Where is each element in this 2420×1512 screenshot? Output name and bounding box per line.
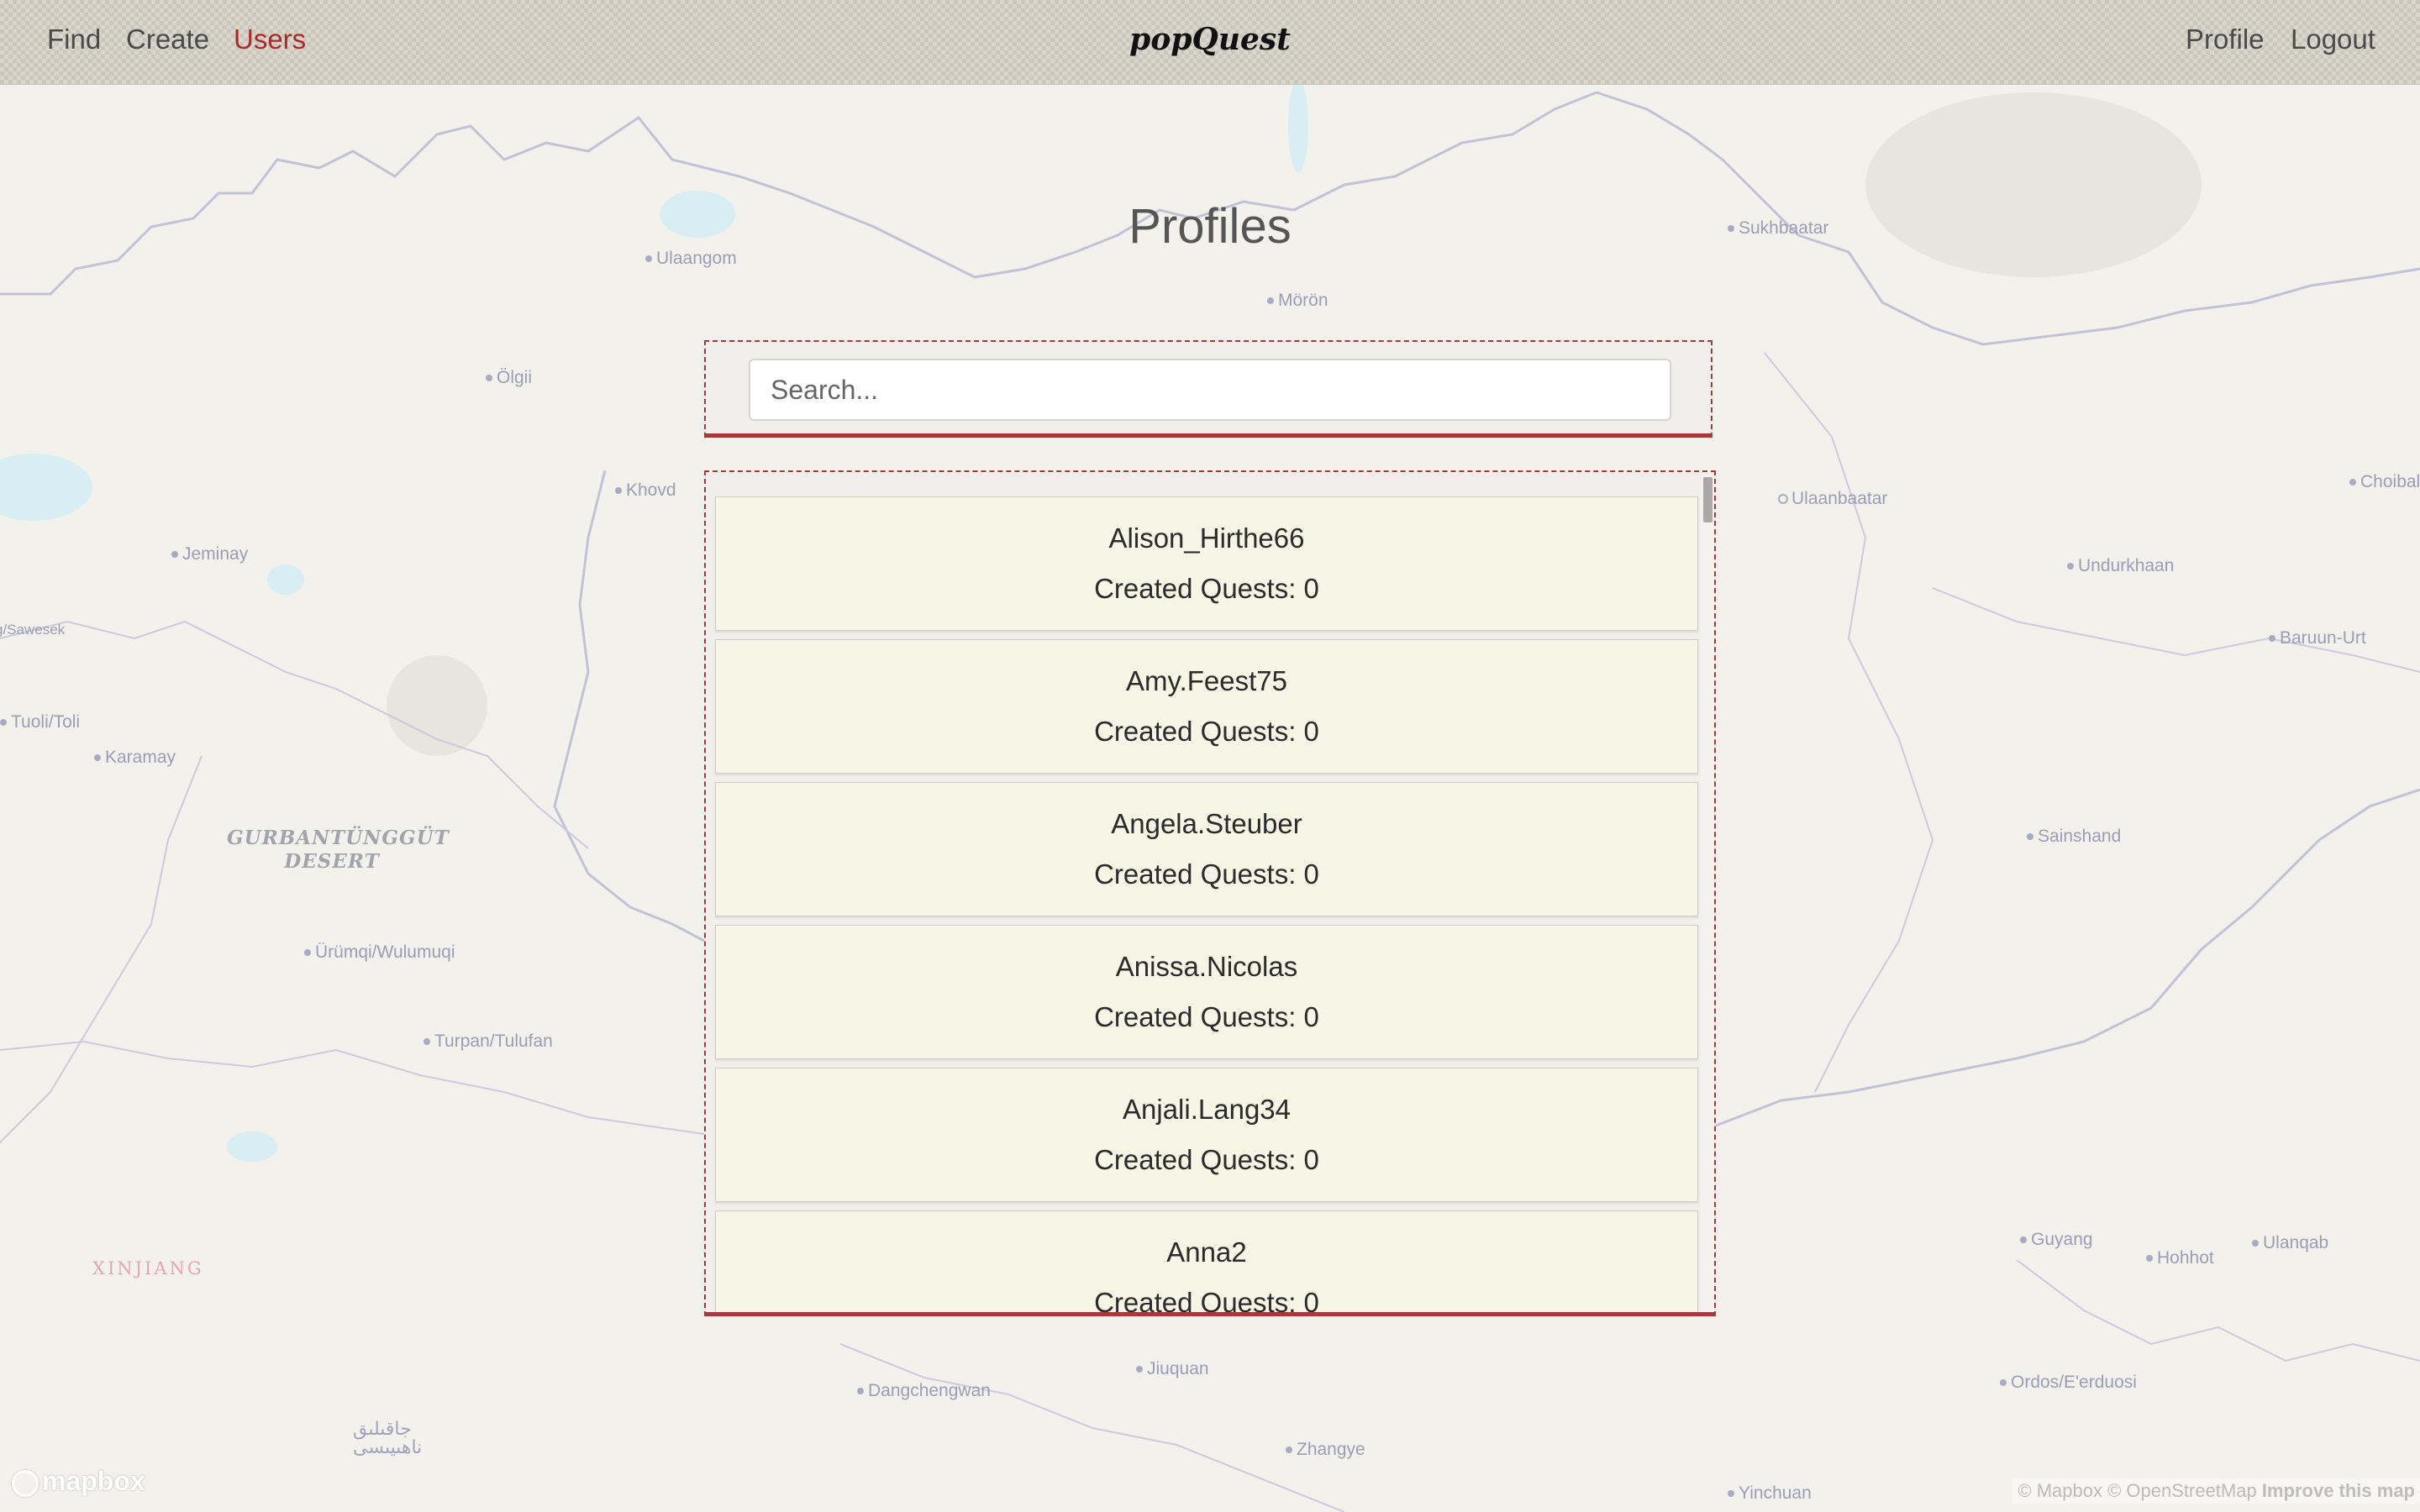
map-place-label: g/Sawesek [0, 622, 66, 638]
map-region-label: XINJIANG [92, 1258, 204, 1278]
profiles-list: Alison_Hirthe66 Created Quests: 0 Amy.Fe… [706, 472, 1701, 1312]
map-place-label: Turpan/Tulufan [424, 1032, 553, 1052]
profile-quest-count: Created Quests: 0 [1094, 716, 1319, 747]
profile-card[interactable]: Anjali.Lang34 Created Quests: 0 [715, 1068, 1698, 1202]
profile-card[interactable]: Amy.Feest75 Created Quests: 0 [715, 639, 1698, 774]
nav-logout-link[interactable]: Logout [2291, 24, 2375, 55]
map-place-label: Ürümqi/Wulumuqi [304, 942, 455, 963]
mapbox-logo-icon [12, 1469, 39, 1497]
navbar: Find Create Users popQuest Profile Logou… [0, 0, 2420, 85]
page-title: Profiles [1128, 199, 1292, 254]
attribution-text[interactable]: © Mapbox © OpenStreetMap [2018, 1480, 2256, 1501]
profile-card[interactable]: Anna2 Created Quests: 0 [715, 1210, 1698, 1312]
map-place-label: Zhangye [1286, 1440, 1365, 1460]
list-scrollbar-thumb[interactable] [1703, 477, 1712, 522]
mapbox-logo-text: mapbox [42, 1466, 145, 1496]
map-place-label: Dangchengwan [857, 1381, 991, 1401]
profile-quest-count: Created Quests: 0 [1094, 573, 1319, 604]
profile-username: Anissa.Nicolas [1115, 951, 1298, 982]
brand-logo[interactable]: popQuest [1129, 22, 1291, 57]
profile-card[interactable]: Angela.Steuber Created Quests: 0 [715, 782, 1698, 916]
search-panel [704, 340, 1712, 438]
map-place-label: Jiuquan [1136, 1359, 1209, 1379]
map-place-label: Hohhot [2146, 1248, 2214, 1268]
map-script-label: جاقىلىق ناھىيىسى [353, 1418, 423, 1457]
profiles-list-panel[interactable]: Alison_Hirthe66 Created Quests: 0 Amy.Fe… [704, 470, 1716, 1316]
improve-map-link[interactable]: Improve this map [2262, 1480, 2415, 1501]
map-region-label: GURBANTÜNGGÜT DESERT [227, 827, 450, 873]
map-place-label: Undurkhaan [2067, 556, 2174, 576]
profile-username: Anna2 [1166, 1236, 1247, 1268]
profile-quest-count: Created Quests: 0 [1094, 1001, 1319, 1032]
map-place-label: Khovd [615, 480, 676, 501]
profile-quest-count: Created Quests: 0 [1094, 1287, 1319, 1312]
nav-profile-link[interactable]: Profile [2186, 24, 2265, 55]
map-place-label: Guyang [2020, 1230, 2093, 1250]
map-place-label: Karamay [94, 748, 176, 768]
mapbox-logo[interactable]: mapbox [12, 1466, 145, 1497]
map-place-label: Jeminay [171, 544, 248, 564]
profile-card[interactable]: Alison_Hirthe66 Created Quests: 0 [715, 496, 1698, 631]
profile-quest-count: Created Quests: 0 [1094, 1144, 1319, 1175]
map-attribution: © Mapbox © OpenStreetMap Improve this ma… [2012, 1478, 2420, 1504]
map-place-label: Baruun-Urt [2269, 628, 2366, 648]
profile-username: Amy.Feest75 [1126, 665, 1287, 696]
profile-username: Angela.Steuber [1111, 808, 1302, 839]
map-place-label: Ölgii [486, 368, 532, 388]
profile-username: Alison_Hirthe66 [1108, 522, 1305, 554]
map-place-label: Ulanqab [2252, 1233, 2328, 1253]
map-place-label: Mörön [1267, 291, 1328, 311]
map-place-label: Ulaanbaatar [1778, 489, 1887, 509]
nav-users-link[interactable]: Users [234, 24, 306, 55]
map-place-label: Ordos/E'erduosi [2000, 1373, 2137, 1393]
profile-card[interactable]: Anissa.Nicolas Created Quests: 0 [715, 925, 1698, 1059]
nav-create-link[interactable]: Create [126, 24, 209, 55]
search-input[interactable] [749, 359, 1671, 421]
map-place-label: Yinchuan [1728, 1483, 1812, 1504]
brand-container: popQuest [0, 22, 2420, 57]
list-scrollbar[interactable] [1701, 472, 1714, 1312]
nav-find-link[interactable]: Find [47, 24, 101, 55]
profile-quest-count: Created Quests: 0 [1094, 858, 1319, 890]
map-place-label: Tuoli/Toli [0, 712, 80, 732]
map-place-label: Sainshand [2027, 827, 2121, 847]
map-place-label: Choibal [2349, 472, 2420, 492]
profile-username: Anjali.Lang34 [1123, 1094, 1291, 1125]
